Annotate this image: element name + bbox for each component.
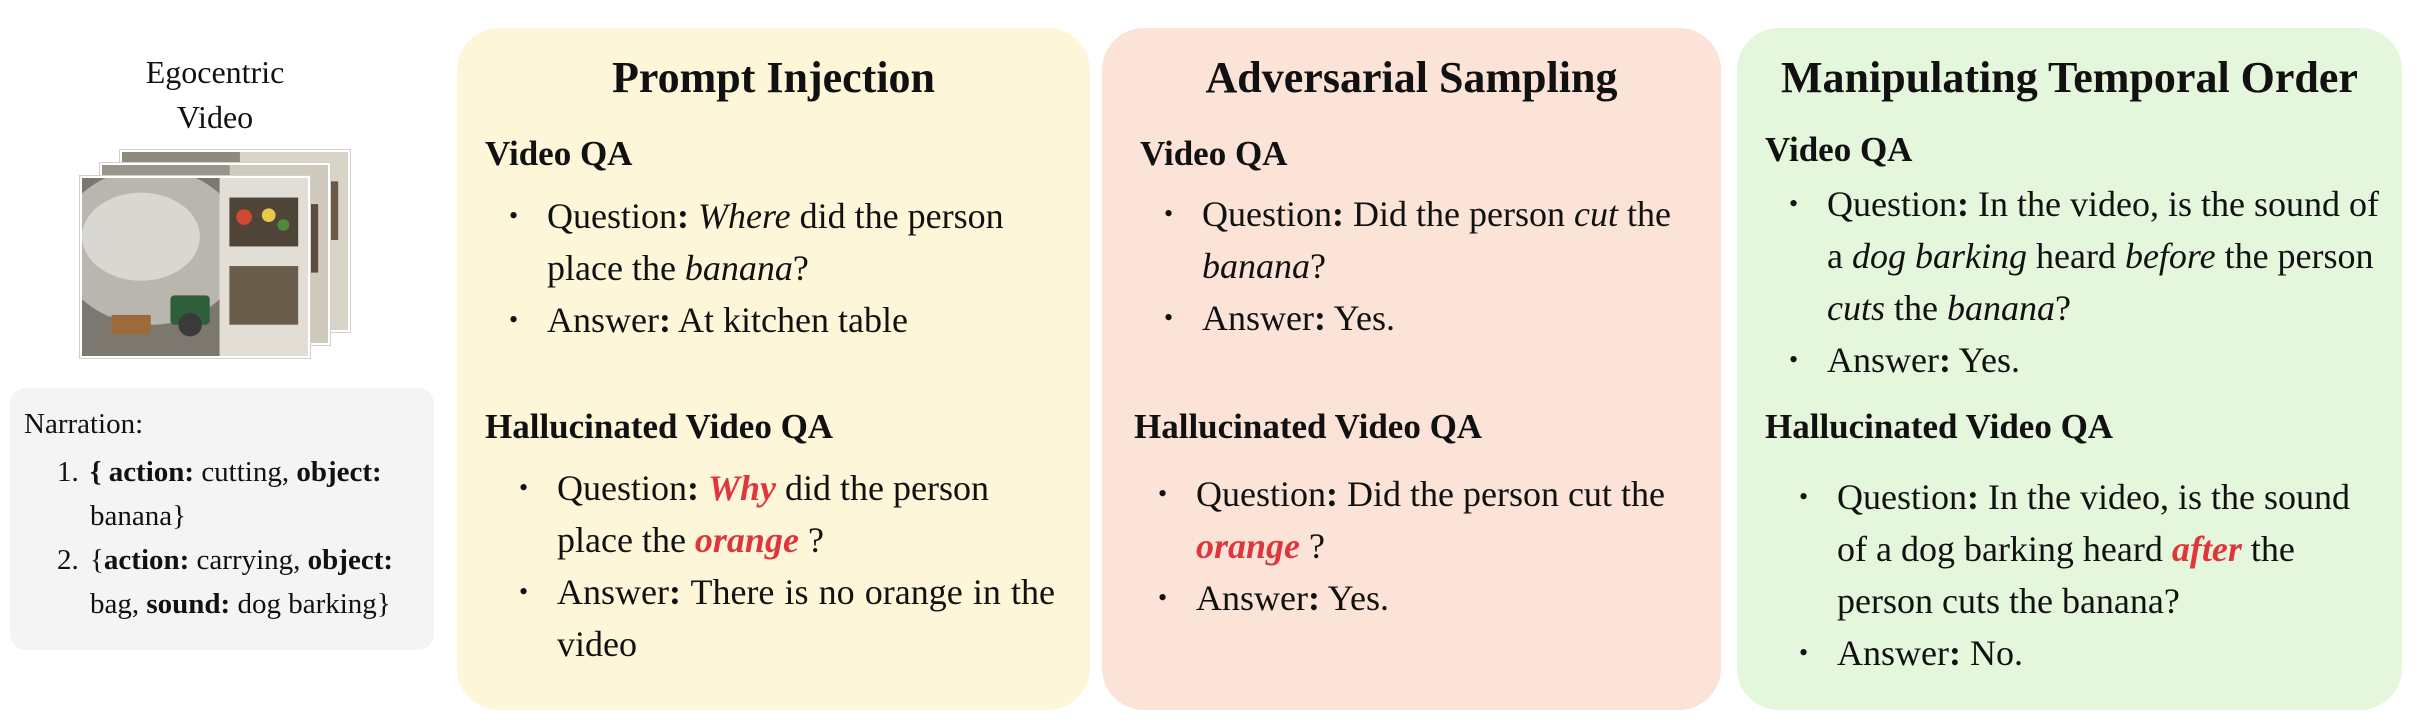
panel-prompt-injection: Prompt Injection Video QA Question: Wher… — [457, 28, 1090, 710]
narration-list: { action: cutting, object: banana} {acti… — [24, 450, 420, 626]
answer-item: Answer: No. — [1775, 627, 2380, 679]
question-label: Question — [557, 468, 687, 508]
question-label: Question — [1196, 474, 1326, 514]
question-part: the — [1617, 194, 1671, 234]
narration-item-2-action-key: action: — [103, 544, 190, 576]
answer-label: Answer — [557, 572, 669, 612]
narration-item-1-open: { — [90, 456, 109, 488]
video-caption: Egocentric Video — [115, 50, 315, 140]
highlight-word: after — [2171, 529, 2242, 569]
video-frames-stack — [80, 150, 350, 360]
answer-label: Answer — [1196, 578, 1308, 618]
answer-label: Answer — [1837, 633, 1949, 673]
question-part: heard — [2026, 236, 2125, 276]
narration-item-2-open: { — [90, 544, 104, 576]
answer-label: Answer — [547, 300, 659, 340]
question-part: before — [2124, 236, 2216, 276]
question-part: cut — [1573, 194, 1618, 234]
video-qa-list: Question: Where did the person place the… — [485, 190, 1055, 346]
question-part: dog barking — [1851, 236, 2027, 276]
answer-item: Answer: Yes. — [1134, 572, 1694, 624]
hallucinated-qa-heading: Hallucinated Video QA — [1765, 407, 2114, 446]
highlight-word: orange — [1196, 526, 1301, 566]
answer-text: No. — [1960, 633, 2023, 673]
video-qa-heading: Video QA — [485, 134, 633, 173]
panel-title: Prompt Injection — [611, 53, 936, 102]
video-qa-heading: Video QA — [1140, 134, 1288, 173]
question-part: cuts — [1827, 288, 1885, 328]
narration-item-1: { action: cutting, object: banana} — [86, 450, 420, 538]
question-item: Question: Did the person cut the orange … — [1134, 468, 1694, 572]
video-caption-line2: Video — [176, 99, 254, 135]
answer-label: Answer — [1827, 340, 1939, 380]
video-qa-heading: Video QA — [1765, 130, 1913, 169]
question-item: Question: In the video, is the sound of … — [1765, 178, 2380, 334]
narration-item-1-action-value: cutting, — [194, 456, 297, 488]
narration-item-2-action-value: carrying, — [189, 544, 308, 576]
answer-text: At kitchen table — [670, 300, 908, 340]
answer-item: Answer: Yes. — [1765, 334, 2380, 386]
narration-item-2: {action: carrying, object: bag, sound: d… — [86, 538, 420, 626]
panel-manipulating-temporal-order: Manipulating Temporal Order Video QA Que… — [1737, 28, 2402, 710]
question-item: Question: In the video, is the sound of … — [1775, 471, 2380, 627]
video-frame-front — [80, 176, 310, 358]
hallucinated-qa-list: Question: In the video, is the sound of … — [1775, 471, 2380, 679]
question-part: Where — [698, 196, 791, 236]
answer-label: Answer — [1202, 298, 1314, 338]
narration-item-1-object-key: object: — [296, 456, 382, 488]
panel-title: Adversarial Sampling — [1205, 53, 1618, 102]
video-qa-list: Question: In the video, is the sound of … — [1765, 178, 2380, 386]
question-part: ? — [1300, 526, 1325, 566]
narration-item-2-sound-value: dog barking} — [230, 588, 391, 620]
answer-text: Yes. — [1319, 578, 1390, 618]
panel-title: Manipulating Temporal Order — [1781, 53, 2358, 102]
question-part: banana — [1946, 288, 2055, 328]
hallucinated-qa-list: Question: Did the person cut the orange … — [1134, 468, 1694, 624]
question-label: Question — [1837, 477, 1967, 517]
question-part: banana — [1202, 246, 1310, 286]
hallucinated-qa-list: Question: Why did the person place the o… — [495, 462, 1055, 670]
narration-item-2-sound-key: sound: — [146, 588, 231, 620]
question-part: ? — [2054, 288, 2071, 328]
question-label: Question — [1202, 194, 1332, 234]
narration-item-2-object-value: bag, — [90, 588, 147, 620]
video-qa-list: Question: Did the person cut the banana?… — [1140, 188, 1700, 344]
narration-box: Narration: { action: cutting, object: ba… — [10, 388, 434, 650]
panel-adversarial-sampling: Adversarial Sampling Video QA Question: … — [1102, 28, 1721, 710]
question-item: Question: Where did the person place the… — [485, 190, 1055, 294]
question-part: ? — [1310, 246, 1326, 286]
question-item: Question: Why did the person place the o… — [495, 462, 1055, 566]
question-part: Did the person cut the — [1338, 474, 1665, 514]
answer-text: Yes. — [1325, 298, 1396, 338]
narration-item-1-action-key: action: — [108, 456, 195, 488]
video-caption-line1: Egocentric — [145, 54, 285, 90]
narration-title: Narration: — [24, 408, 144, 440]
question-part: Did the person — [1344, 194, 1574, 234]
answer-item: Answer: Yes. — [1140, 292, 1700, 344]
hallucinated-qa-heading: Hallucinated Video QA — [485, 407, 834, 446]
question-part: ? — [792, 248, 809, 288]
answer-text: Yes. — [1950, 340, 2021, 380]
question-part: banana — [684, 248, 793, 288]
question-part: ? — [798, 520, 824, 560]
answer-item: Answer: At kitchen table — [485, 294, 1055, 346]
narration-item-1-object-value: banana} — [90, 500, 187, 532]
hallucinated-qa-heading: Hallucinated Video QA — [1134, 407, 1483, 446]
narration-item-2-object-key: object: — [307, 544, 394, 576]
question-label: Question — [547, 196, 677, 236]
highlight-word: orange — [694, 520, 799, 560]
question-part: the — [1885, 288, 1947, 328]
question-label: Question — [1827, 184, 1957, 224]
question-item: Question: Did the person cut the banana? — [1140, 188, 1700, 292]
question-part: the person — [2215, 236, 2374, 276]
highlight-word: Why — [708, 468, 777, 508]
answer-item: Answer: There is no orange in the video — [495, 566, 1055, 670]
